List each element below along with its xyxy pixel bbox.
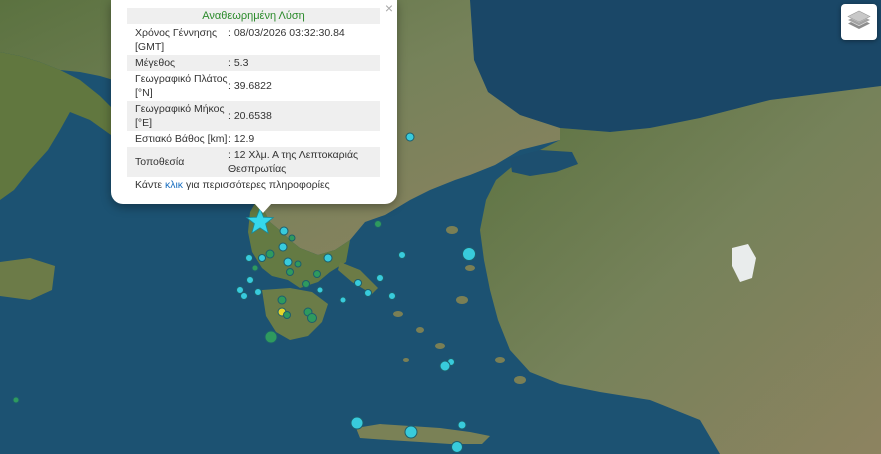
close-icon[interactable]: × [385,1,393,15]
quake-marker[interactable] [279,226,289,236]
quake-marker[interactable] [245,254,253,262]
quake-marker[interactable] [457,420,467,430]
quake-marker[interactable] [240,292,248,300]
more-info-text: Κάντε κλικ για περισσότερες πληροφορίες [135,179,330,191]
quake-marker[interactable] [388,292,396,300]
quake-marker[interactable] [286,268,294,276]
quake-marker[interactable] [258,254,266,262]
quake-marker[interactable] [251,264,259,272]
quake-marker[interactable] [404,425,418,439]
quake-marker[interactable] [354,279,362,287]
row-longitude: Γεωγραφικό Μήκος [°E] : 20.6538 [127,101,380,131]
quake-marker[interactable] [302,280,310,288]
quake-marker[interactable] [364,289,372,297]
quake-marker[interactable] [254,288,262,296]
quake-marker[interactable] [376,274,384,282]
quake-marker[interactable] [374,220,382,228]
quake-marker[interactable] [316,286,324,294]
quake-marker[interactable] [323,253,333,263]
quake-marker[interactable] [265,249,275,259]
quake-marker[interactable] [294,260,302,268]
quake-marker[interactable] [307,313,317,323]
row-label: Γεωγραφικό Μήκος [°E] [135,103,225,129]
row-label: Χρόνος Γέννησης [GMT] [135,27,218,53]
row-latitude: Γεωγραφικό Πλάτος [°N] : 39.6822 [127,71,380,101]
row-origin-time: Χρόνος Γέννησης [GMT] : 08/03/2026 03:32… [127,25,380,55]
quake-marker[interactable] [339,296,347,304]
quake-marker[interactable] [283,311,291,319]
row-value: : 5.3 [228,57,249,69]
quake-marker[interactable] [277,295,287,305]
row-label: Τοποθεσία [135,156,185,168]
row-value: : 39.6822 [228,80,272,92]
row-label: Εστιακό Βάθος [km] [135,133,228,145]
quake-marker[interactable] [12,396,20,404]
row-depth: Εστιακό Βάθος [km] : 12.9 [127,131,380,147]
popup-pointer [254,203,272,213]
quake-marker[interactable] [398,251,406,259]
row-label: Γεωγραφικό Πλάτος [°N] [135,73,228,99]
row-label: Μέγεθος [135,57,176,69]
more-info-suffix: για περισσότερες πληροφορίες [183,179,330,191]
quake-marker[interactable] [278,242,288,252]
more-info-prefix: Κάντε [135,179,165,191]
quake-marker[interactable] [439,360,451,372]
quake-marker[interactable] [288,234,296,242]
row-value: : 12 Χλμ. Α της Λεπτοκαριάς Θεσπρωτίας [228,149,359,175]
row-value: : 20.6538 [228,110,272,122]
quake-marker[interactable] [313,270,321,278]
popup-title: Αναθεωρημένη Λύση [127,8,380,24]
row-location: Τοποθεσία : 12 Χλμ. Α της Λεπτοκαριάς Θε… [127,147,380,177]
more-info-link[interactable]: κλικ [165,179,183,191]
row-value: : 12.9 [228,133,255,145]
earthquake-info-popup: × Αναθεωρημένη Λύση Χρόνος Γέννησης [GMT… [111,0,397,204]
quake-marker[interactable] [283,257,293,267]
layers-button[interactable] [841,4,877,40]
quake-marker[interactable] [405,132,415,142]
row-magnitude: Μέγεθος : 5.3 [127,55,380,71]
quake-marker[interactable] [264,330,278,344]
row-value: : 08/03/2026 03:32:30.84 [228,27,345,39]
layers-icon [847,10,871,29]
quake-marker[interactable] [462,247,476,261]
earthquake-details-table: Χρόνος Γέννησης [GMT] : 08/03/2026 03:32… [127,25,380,177]
quake-marker[interactable] [246,276,254,284]
quake-marker[interactable] [451,441,463,453]
quake-marker[interactable] [350,416,364,430]
